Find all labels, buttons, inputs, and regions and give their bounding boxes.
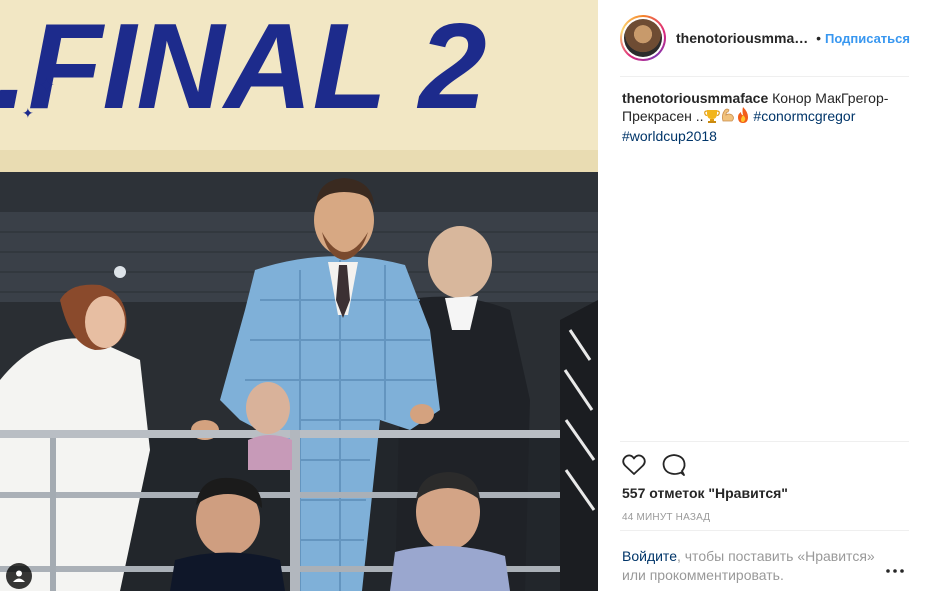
login-link[interactable]: Войдите — [622, 548, 677, 564]
hashtag-link[interactable]: #worldcup2018 — [622, 128, 717, 144]
post-header: thenotoriousmmafa... • Подписаться — [620, 12, 910, 64]
author-username-link[interactable]: thenotoriousmmafa... — [676, 30, 812, 46]
avatar[interactable] — [620, 15, 666, 61]
login-prompt-text-1: , чтобы поставить «Нравится» — [676, 548, 875, 564]
post-timestamp[interactable]: 44 МИНУТ НАЗАД — [622, 512, 710, 523]
avatar-image — [624, 19, 662, 57]
header-divider — [620, 76, 909, 77]
user-tag-button[interactable] — [6, 563, 32, 589]
hashtag-link[interactable]: #conormcgregor — [753, 108, 855, 124]
post-side-panel: thenotoriousmmafa... • Подписаться theno… — [598, 0, 926, 591]
comment-bubble-icon[interactable] — [661, 452, 687, 478]
follow-button[interactable]: Подписаться — [825, 31, 910, 46]
svg-text:✦: ✦ — [22, 105, 34, 121]
separator-dot: • — [816, 30, 821, 46]
flexed-biceps-icon — [720, 107, 736, 127]
post-caption: thenotoriousmmaface Конор МакГрегор- Пре… — [622, 89, 894, 145]
login-prompt-text-2: или прокомментировать. — [622, 567, 784, 583]
more-options-icon[interactable] — [885, 564, 905, 576]
actions-divider — [620, 441, 909, 442]
fire-icon — [736, 107, 750, 127]
login-prompt: Войдите, чтобы поставить «Нравится» или … — [622, 547, 882, 585]
svg-text:✦: ✦ — [38, 75, 55, 97]
post-photo[interactable]: .FINAL 2 ✦ ✦ — [0, 0, 598, 591]
trophy-icon — [703, 109, 720, 127]
post-actions — [621, 452, 701, 478]
login-divider — [620, 530, 909, 531]
user-icon — [13, 570, 25, 582]
likes-count[interactable]: 557 отметок "Нравится" — [622, 485, 788, 501]
like-heart-icon[interactable] — [621, 452, 647, 478]
banner-text: .FINAL 2 — [0, 0, 487, 134]
caption-author-link[interactable]: thenotoriousmmaface — [622, 90, 768, 106]
photo-image: .FINAL 2 ✦ ✦ — [0, 0, 598, 591]
